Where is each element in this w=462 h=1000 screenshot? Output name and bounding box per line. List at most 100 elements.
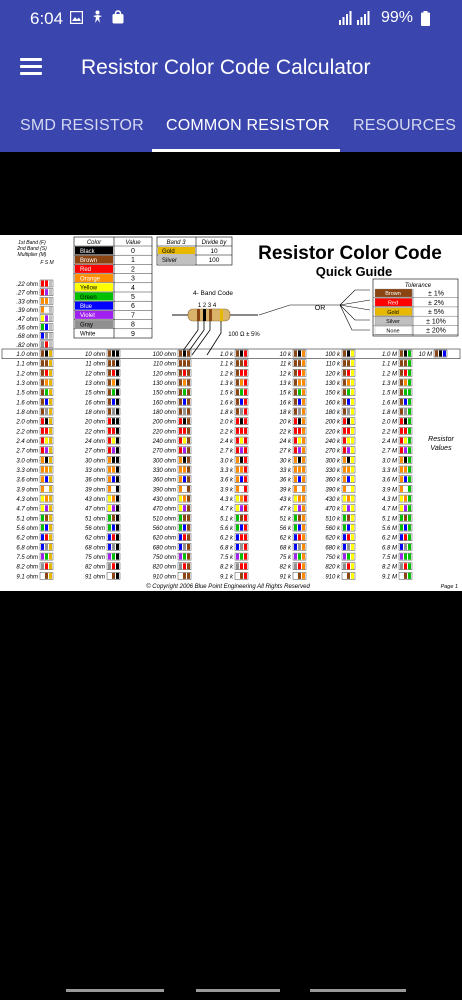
band-color — [400, 456, 403, 463]
resistor-value: 62 k — [280, 536, 292, 542]
band-color — [183, 524, 186, 531]
resistor-value: 270 ohm — [152, 449, 176, 455]
band-color — [294, 427, 297, 434]
nav-back-button[interactable] — [310, 989, 406, 992]
band-color — [45, 389, 48, 396]
band-color — [404, 437, 407, 444]
band-color — [343, 514, 346, 521]
band-color — [41, 543, 44, 550]
color-value: 7 — [131, 312, 135, 319]
band-color — [236, 447, 239, 454]
band-color — [294, 408, 297, 415]
band-color — [240, 389, 243, 396]
resistor-value: 3.9 k — [220, 487, 234, 493]
band-color — [236, 534, 239, 541]
band-color — [298, 553, 301, 560]
band-color — [240, 553, 243, 560]
band-color — [351, 456, 354, 463]
band-color — [49, 341, 52, 348]
small-value: .39 ohm — [16, 308, 38, 314]
band-color — [298, 389, 301, 396]
band-color — [400, 369, 403, 376]
resistor-value: 750 k — [325, 555, 341, 561]
band-color — [187, 360, 190, 367]
band-color — [112, 408, 115, 415]
band-color — [183, 505, 186, 512]
tab-smd-resistor[interactable]: SMD RESISTOR — [20, 117, 144, 135]
band-color — [347, 369, 350, 376]
band-color — [236, 379, 239, 386]
tab-common-resistor[interactable]: COMMON RESISTOR — [166, 117, 330, 135]
band-color — [112, 553, 115, 560]
resistor-value: 56 k — [280, 526, 292, 532]
resistor-value: 13 k — [280, 381, 292, 387]
menu-icon[interactable] — [20, 58, 42, 76]
resistor-value: 12 k — [280, 371, 292, 377]
band-color — [244, 350, 247, 357]
band-color — [347, 350, 350, 357]
resistor-value: 220 k — [324, 429, 341, 435]
copyright: © Copyright 2006 Blue Point Engineering … — [146, 583, 310, 590]
band-color — [45, 553, 48, 560]
band3-table: Band 3 Divide by Gold 10 Silver 100 — [156, 236, 233, 266]
band-color — [49, 289, 52, 296]
resistor-value: 5.6 k — [220, 526, 234, 532]
color-value: 2 — [131, 266, 135, 273]
band-color — [298, 447, 301, 454]
resistor-value: 1.6 ohm — [16, 400, 38, 406]
small-values-list: .22 ohm .27 ohm .33 ohm .39 ohm .47 ohm .56 o… — [16, 279, 54, 349]
band-color — [408, 456, 411, 463]
resistor-value: 6.2 ohm — [16, 536, 38, 542]
band-color — [179, 379, 182, 386]
band-color — [302, 408, 305, 415]
nav-home-button[interactable] — [196, 989, 280, 992]
resistor-value: 4.7 M — [382, 507, 397, 513]
resistor-value: 1.8 k — [220, 410, 234, 416]
band-color — [179, 514, 182, 521]
resistor-value: 15 k — [280, 391, 292, 397]
band-color — [45, 324, 48, 330]
resistor-value: 3.3 k — [220, 468, 234, 474]
band-color — [343, 534, 346, 541]
band-color — [236, 514, 239, 521]
resistor-value: 5.1 k — [220, 516, 234, 522]
band-color — [408, 418, 411, 425]
resistor-value: 1.0 ohm — [16, 352, 38, 358]
band-color — [302, 350, 305, 357]
color-name: Gray — [80, 322, 93, 328]
band-color — [400, 379, 403, 386]
band-color — [240, 379, 243, 386]
band-color — [343, 369, 346, 376]
band-color — [112, 505, 115, 512]
tab-resources[interactable]: RESOURCES — [353, 117, 456, 135]
band-color — [298, 437, 301, 444]
color-value: 5 — [131, 294, 135, 301]
band-color — [179, 466, 182, 473]
band-color — [244, 514, 247, 521]
band-color — [302, 514, 305, 521]
resistor-value: 1.0 M — [382, 352, 397, 358]
band-color — [116, 505, 119, 512]
band-color — [302, 476, 305, 483]
band-color — [41, 534, 44, 541]
band-color — [351, 350, 354, 357]
resistor-value: 16 ohm — [85, 400, 105, 406]
resistor-value: 91 k — [280, 574, 292, 580]
band-color — [343, 427, 346, 434]
tolerance-value: ± 20% — [426, 328, 446, 335]
band-color — [351, 485, 354, 492]
band-color — [179, 389, 182, 396]
band-color — [45, 341, 48, 348]
band-color — [183, 447, 186, 454]
resistor-value: 5.1 ohm — [16, 516, 38, 522]
band-color — [351, 534, 354, 541]
band-color — [244, 495, 247, 502]
band-color — [347, 485, 350, 492]
resistor-value: 2.0 ohm — [15, 420, 38, 426]
band3-gold-value: 10 — [210, 248, 218, 255]
nav-recents-button[interactable] — [66, 989, 164, 992]
band-color — [408, 543, 411, 550]
resistor-value: 6.2 k — [220, 536, 234, 542]
band-color — [347, 447, 350, 454]
band-color — [112, 418, 115, 425]
